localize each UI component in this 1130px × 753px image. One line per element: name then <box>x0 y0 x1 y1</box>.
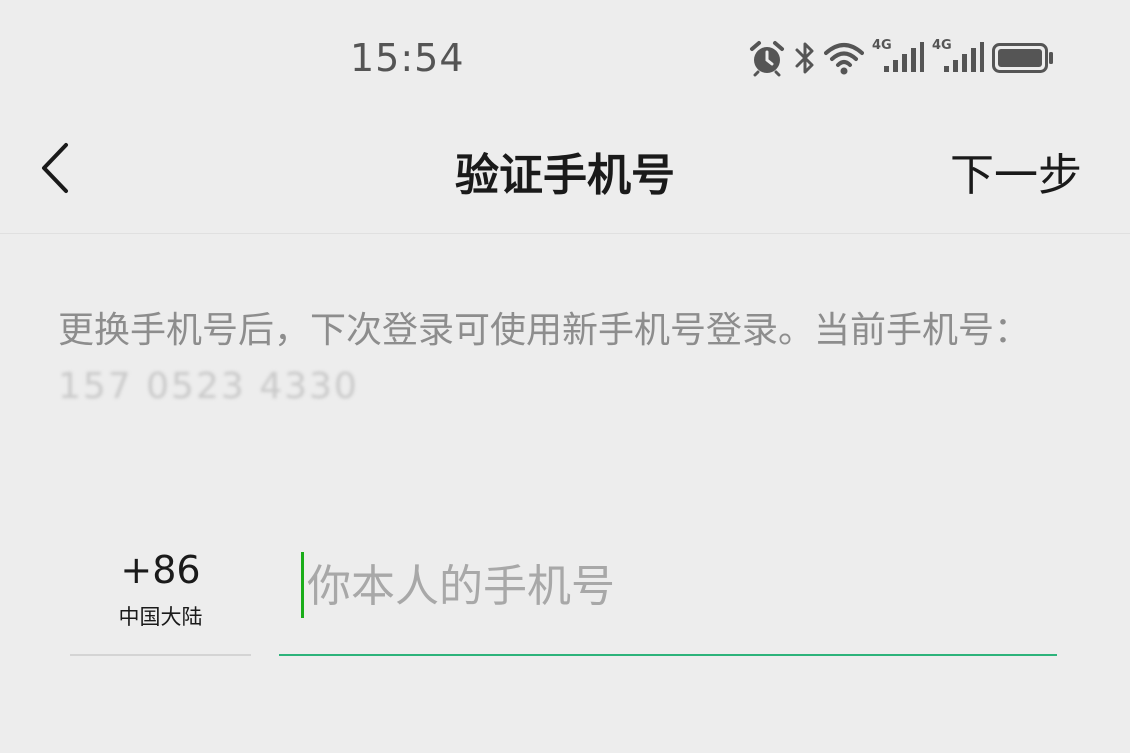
alarm-icon <box>748 39 786 77</box>
next-step-button[interactable]: 下一步 <box>950 139 1082 203</box>
status-time: 15:54 <box>350 36 465 80</box>
battery-icon <box>992 43 1054 73</box>
wifi-icon <box>824 40 864 76</box>
country-code: +86 <box>120 548 201 592</box>
description: 更换手机号后，下次登录可使用新手机号登录。当前手机号： 157 0523 4330 <box>58 303 1068 415</box>
phone-input[interactable] <box>305 550 1049 622</box>
status-icons: 4G 4G <box>748 36 1054 80</box>
signal-4g-icon: 4G <box>872 38 924 78</box>
description-text: 更换手机号后，下次登录可使用新手机号登录。当前手机号： <box>58 310 1031 351</box>
country-code-selector[interactable]: +86 中国大陆 <box>70 540 251 656</box>
signal-4g-icon: 4G <box>932 38 984 78</box>
phone-field[interactable] <box>279 540 1057 656</box>
nav-bar: 验证手机号 下一步 <box>0 115 1130 234</box>
bluetooth-icon <box>794 39 816 77</box>
text-caret <box>301 552 304 618</box>
country-region: 中国大陆 <box>118 605 203 629</box>
status-bar: 15:54 4G 4G <box>0 0 1130 115</box>
current-phone-number: 157 0523 4330 <box>58 366 359 407</box>
